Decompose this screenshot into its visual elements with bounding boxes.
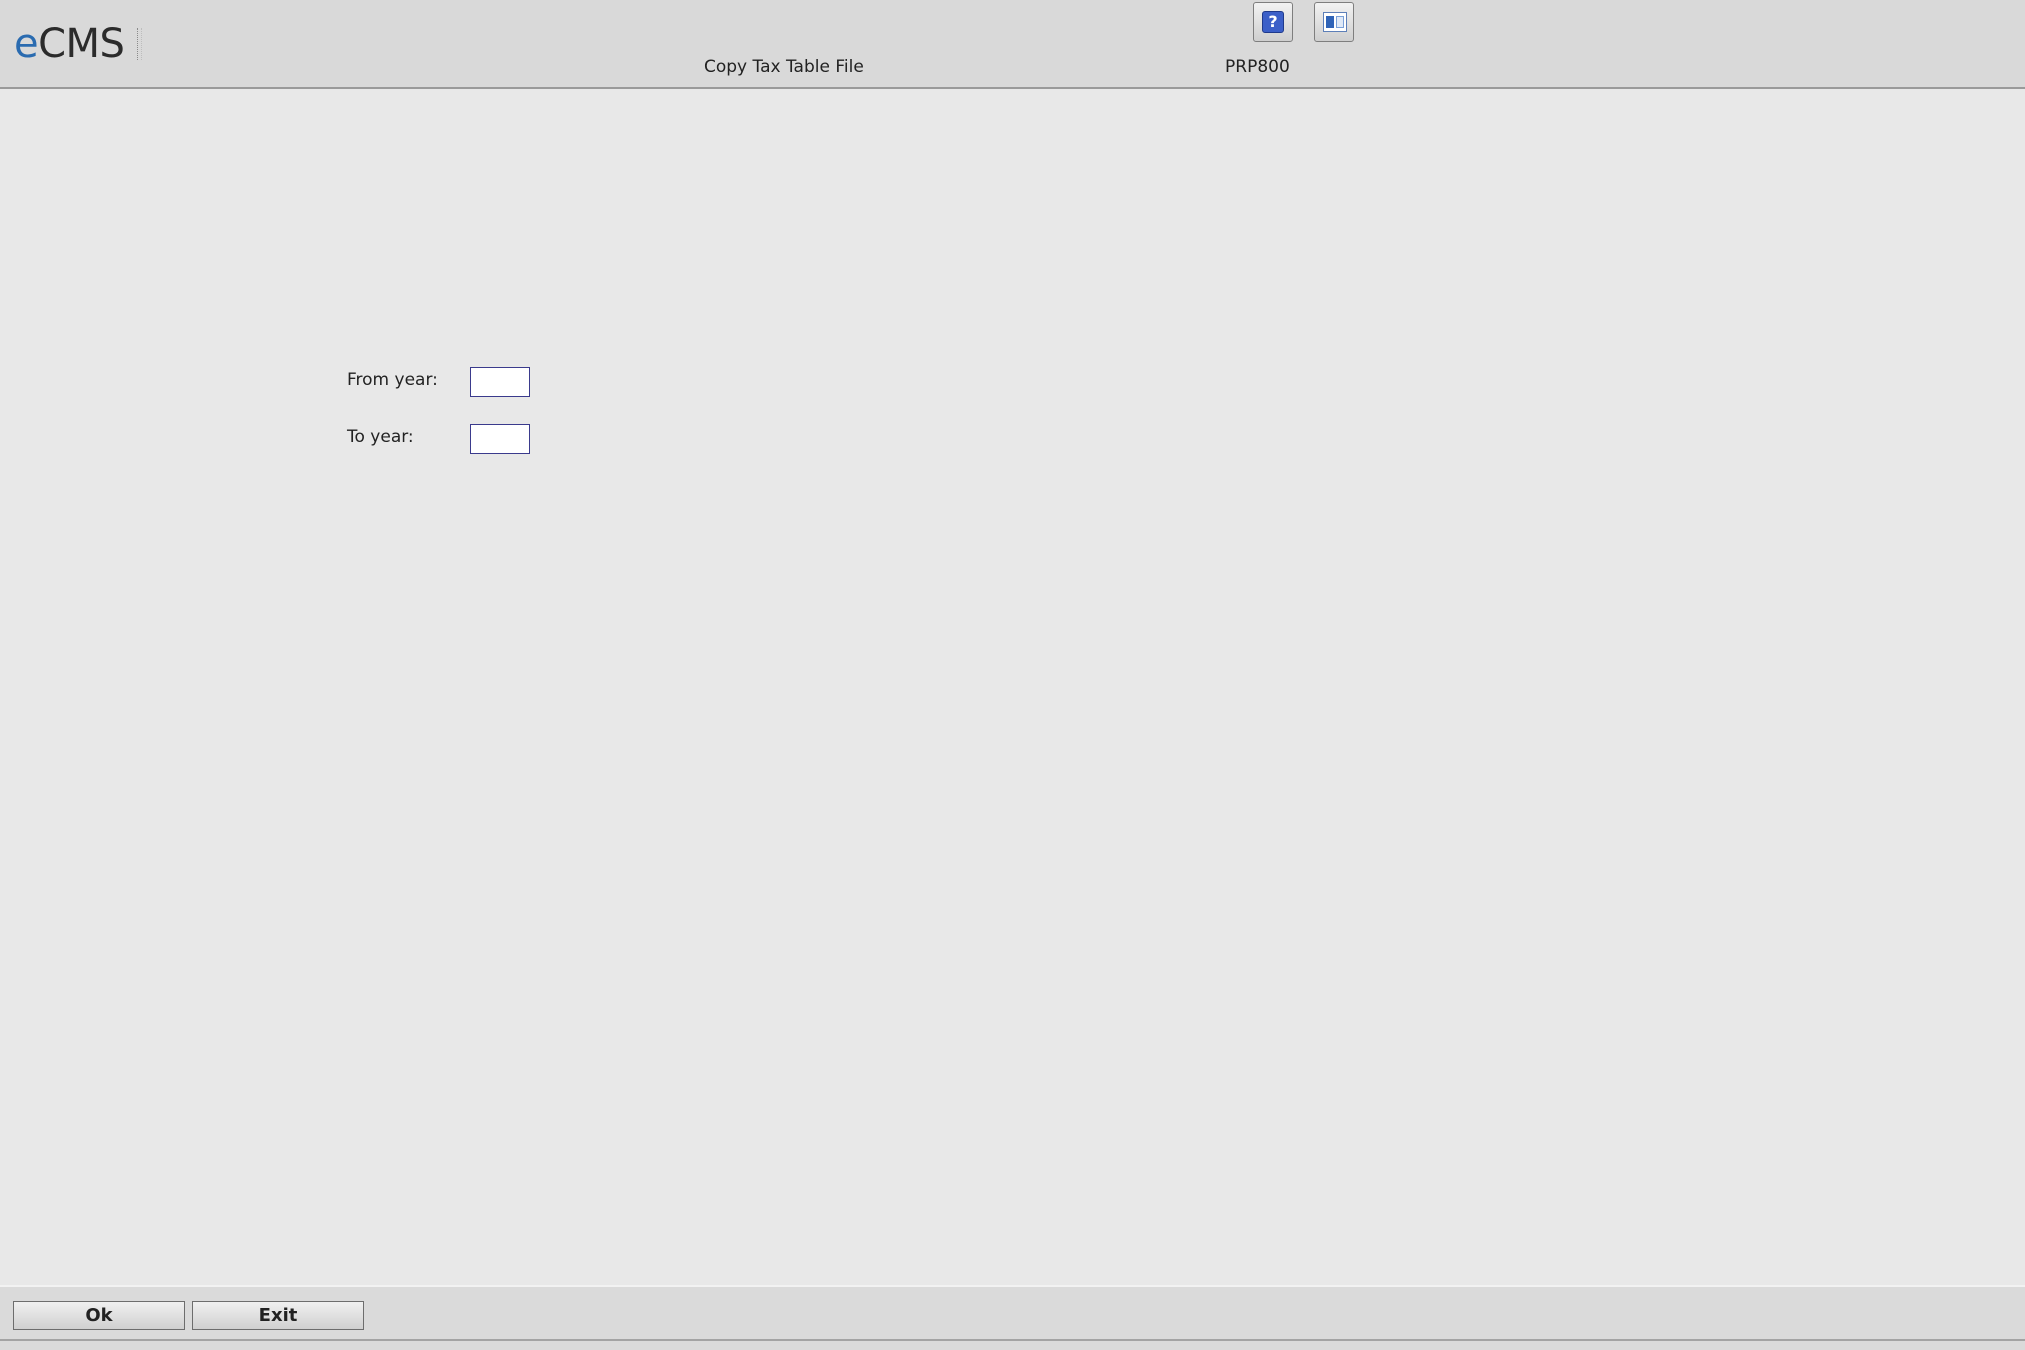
from-year-label: From year: <box>347 370 438 390</box>
help-button[interactable]: ? <box>1253 2 1293 42</box>
logo-rest: CMS <box>38 21 125 67</box>
screen-title: Copy Tax Table File <box>704 57 864 77</box>
ecms-logo: eCMS <box>14 20 125 68</box>
program-id: PRP800 <box>1225 57 1290 77</box>
window-icon-left-pane <box>1326 16 1334 28</box>
ok-button[interactable]: Ok <box>13 1301 185 1330</box>
footer-bar: Ok Exit <box>0 1285 2025 1350</box>
ecms-window: eCMS Copy Tax Table File PRP800 ? From y… <box>0 0 2025 1350</box>
window-icon <box>1323 12 1347 32</box>
exit-button[interactable]: Exit <box>192 1301 364 1330</box>
help-icon: ? <box>1262 11 1284 33</box>
logo-prefix: e <box>14 21 39 67</box>
grip-handle <box>137 28 142 60</box>
footer-divider <box>0 1339 2025 1341</box>
window-button[interactable] <box>1314 2 1354 42</box>
to-year-input[interactable] <box>470 424 530 454</box>
header-bar: eCMS Copy Tax Table File PRP800 ? <box>0 0 2025 89</box>
to-year-label: To year: <box>347 427 414 447</box>
window-icon-right-pane <box>1336 16 1344 28</box>
from-year-input[interactable] <box>470 367 530 397</box>
